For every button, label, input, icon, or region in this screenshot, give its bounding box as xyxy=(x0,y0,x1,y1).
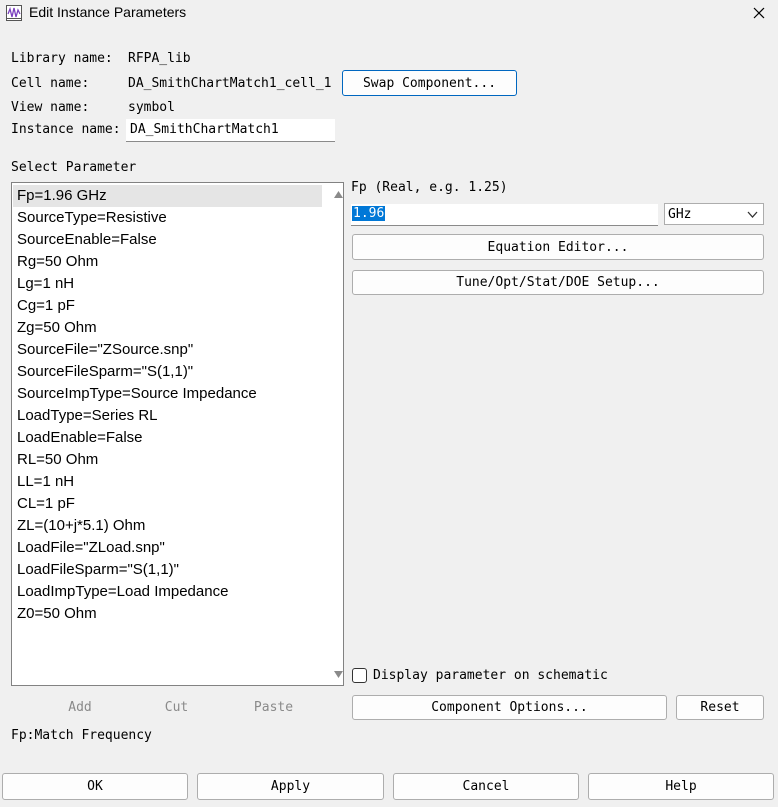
parameter-description-label: Fp (Real, e.g. 1.25) xyxy=(351,180,508,195)
parameter-list-item[interactable]: SourceType=Resistive xyxy=(13,207,322,229)
list-scrollbar[interactable] xyxy=(333,184,343,684)
library-name-value: RFPA_lib xyxy=(128,51,191,66)
component-options-button[interactable]: Component Options... xyxy=(352,695,667,720)
close-icon xyxy=(753,7,765,19)
parameter-list-item[interactable]: SourceFile="ZSource.snp" xyxy=(13,339,322,361)
unit-select-value: GHz xyxy=(668,207,692,222)
parameter-list-item[interactable]: Lg=1 nH xyxy=(13,273,322,295)
scroll-down-icon[interactable] xyxy=(334,671,343,678)
select-parameter-label: Select Parameter xyxy=(11,160,137,175)
add-button[interactable]: Add xyxy=(58,696,102,719)
unit-select[interactable]: GHz xyxy=(664,203,764,225)
window-title: Edit Instance Parameters xyxy=(29,4,187,20)
parameter-list-item[interactable]: LoadEnable=False xyxy=(13,427,322,449)
equation-editor-button[interactable]: Equation Editor... xyxy=(352,234,764,260)
parameter-list-item[interactable]: SourceImpType=Source Impedance xyxy=(13,383,322,405)
waveform-app-icon xyxy=(6,5,22,21)
parameter-list-item[interactable]: Fp=1.96 GHz xyxy=(13,185,322,207)
apply-button[interactable]: Apply xyxy=(197,773,384,800)
cell-name-label: Cell name: xyxy=(11,76,90,91)
close-button[interactable] xyxy=(740,0,778,26)
parameter-list-item[interactable]: LoadFileSparm="S(1,1)" xyxy=(13,559,322,581)
paste-button[interactable]: Paste xyxy=(250,696,297,719)
scroll-up-icon[interactable] xyxy=(334,191,343,198)
parameter-value-input[interactable]: 1.96 xyxy=(351,204,658,226)
parameter-list[interactable]: Fp=1.96 GHz SourceType=Resistive SourceEna… xyxy=(11,182,344,686)
title-bar: Edit Instance Parameters xyxy=(0,0,778,28)
parameter-list-item[interactable]: Cg=1 pF xyxy=(13,295,322,317)
instance-name-input[interactable]: DA_SmithChartMatch1 xyxy=(126,119,335,142)
parameter-list-item[interactable]: LoadFile="ZLoad.snp" xyxy=(13,537,322,559)
library-name-label: Library name: xyxy=(11,51,113,66)
parameter-list-item[interactable]: CL=1 pF xyxy=(13,493,322,515)
parameter-list-item[interactable]: SourceFileSparm="S(1,1)" xyxy=(13,361,322,383)
cell-name-value: DA_SmithChartMatch1_cell_1 xyxy=(128,76,332,91)
parameter-list-item[interactable]: RL=50 Ohm xyxy=(13,449,322,471)
parameter-list-item[interactable]: LL=1 nH xyxy=(13,471,322,493)
parameter-list-item[interactable]: Rg=50 Ohm xyxy=(13,251,322,273)
parameter-list-item[interactable]: Zg=50 Ohm xyxy=(13,317,322,339)
tune-opt-setup-button[interactable]: Tune/Opt/Stat/DOE Setup... xyxy=(352,270,764,295)
reset-button[interactable]: Reset xyxy=(676,695,764,720)
display-parameter-label: Display parameter on schematic xyxy=(373,668,608,683)
instance-name-label: Instance name: xyxy=(11,122,121,137)
cancel-button[interactable]: Cancel xyxy=(393,773,579,800)
parameter-list-item[interactable]: LoadImpType=Load Impedance xyxy=(13,581,322,603)
parameter-list-item[interactable]: ZL=(10+j*5.1) Ohm xyxy=(13,515,322,537)
parameter-list-item[interactable]: LoadType=Series RL xyxy=(13,405,322,427)
parameter-list-item[interactable]: SourceEnable=False xyxy=(13,229,322,251)
swap-component-button[interactable]: Swap Component... xyxy=(342,70,517,96)
selected-value-text: 1.96 xyxy=(352,206,386,221)
help-button[interactable]: Help xyxy=(588,773,774,800)
parameter-list-item[interactable]: Z0=50 Ohm xyxy=(13,603,322,625)
view-name-value: symbol xyxy=(128,100,175,115)
display-parameter-checkbox[interactable] xyxy=(352,668,367,683)
ok-button[interactable]: OK xyxy=(2,773,188,800)
chevron-down-icon xyxy=(747,211,758,218)
cut-button[interactable]: Cut xyxy=(154,696,199,719)
parameter-help-text: Fp:Match Frequency xyxy=(11,728,152,743)
display-parameter-checkbox-row[interactable]: Display parameter on schematic xyxy=(352,668,608,683)
view-name-label: View name: xyxy=(11,100,90,115)
